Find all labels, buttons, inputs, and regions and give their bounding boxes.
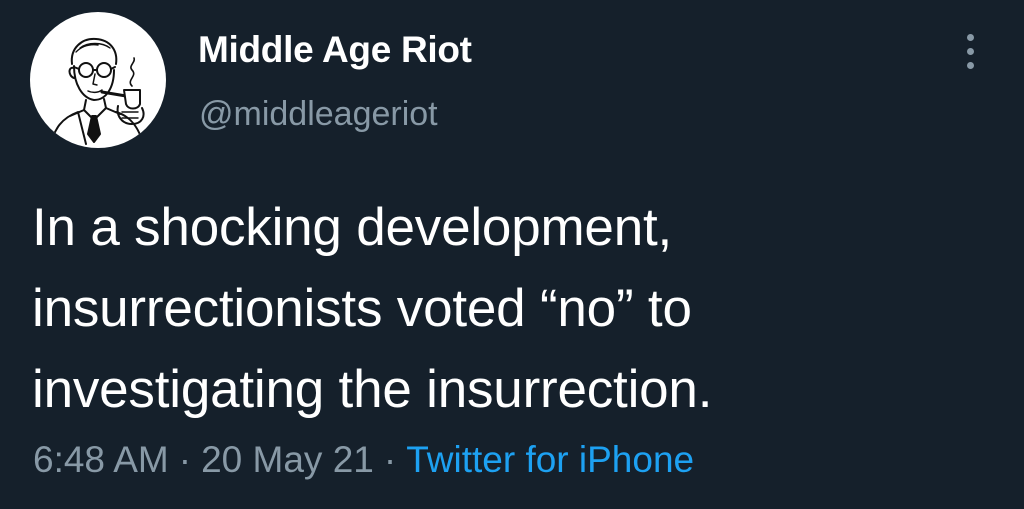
author-handle[interactable]: @middleageriot [199, 94, 438, 134]
avatar[interactable] [30, 12, 166, 148]
more-options-icon[interactable] [956, 32, 986, 72]
author-display-name[interactable]: Middle Age Riot [198, 28, 472, 72]
tweet-text-line: insurrectionists voted “no” to [32, 279, 692, 338]
tweet-card: Middle Age Riot @middleageriot In a shoc… [0, 0, 1024, 509]
tweet-meta: 6:48 AM · 20 May 21 · Twitter for iPhone [33, 438, 694, 482]
vintage-man-with-pipe-icon [49, 37, 145, 148]
tweet-text: In a shocking development, insurrectioni… [32, 187, 992, 430]
tweet-text-line: In a shocking development, [32, 198, 673, 257]
tweet-text-line: investigating the insurrection. [32, 360, 713, 419]
meta-separator: · [383, 439, 397, 480]
tweet-time[interactable]: 6:48 AM [33, 439, 169, 480]
tweet-source-link[interactable]: Twitter for iPhone [406, 439, 694, 480]
tweet-date[interactable]: 20 May 21 [201, 439, 374, 480]
meta-separator: · [178, 439, 192, 480]
